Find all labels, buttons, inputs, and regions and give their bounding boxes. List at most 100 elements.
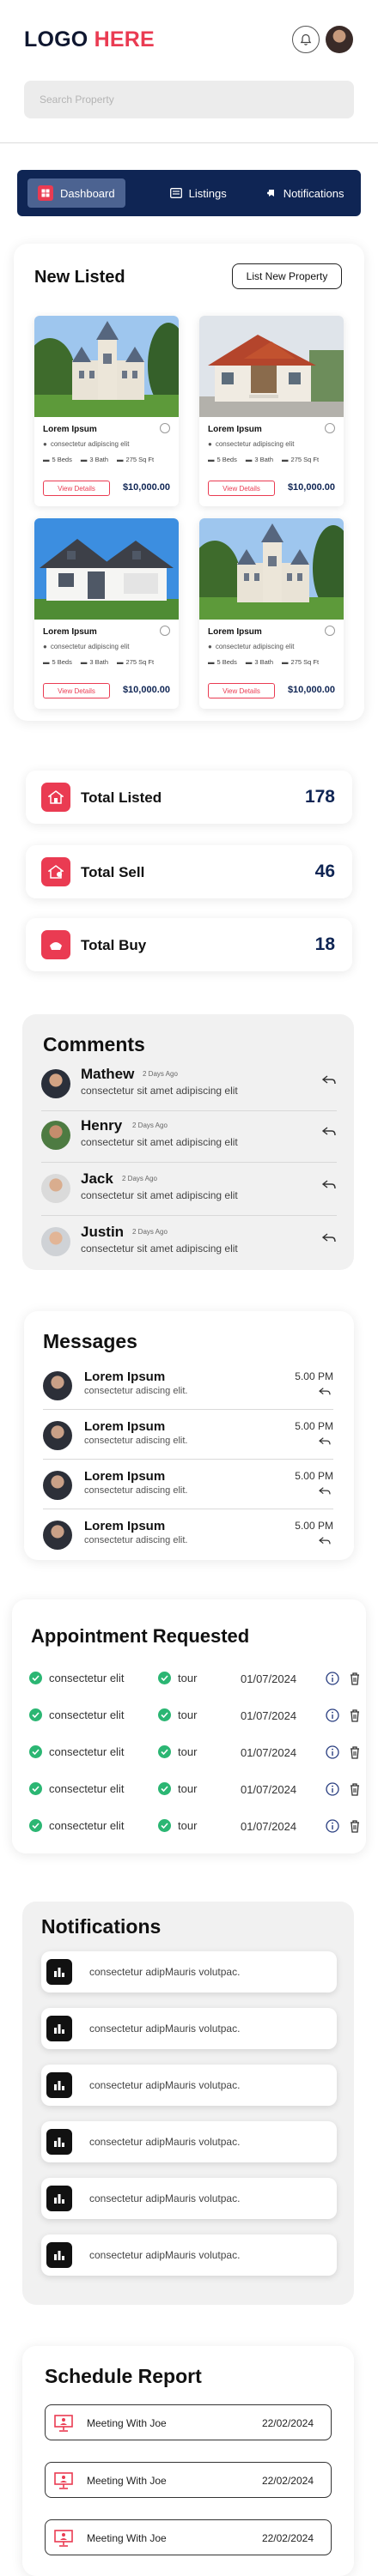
location-pin-icon: ● (43, 440, 47, 448)
message-item[interactable]: Lorem Ipsum consectetur adiscing elit. 5… (43, 1519, 333, 1551)
property-card[interactable]: Lorem Ipsum ● consectetur adipiscing elit… (199, 316, 344, 506)
notification-item[interactable]: consectetur adipMauris volutpac. (41, 1951, 337, 1992)
tab-dashboard[interactable]: Dashboard (27, 178, 125, 208)
appointment-name-cell: consectetur elit (29, 1672, 124, 1684)
comment-author: Justin (81, 1224, 125, 1240)
message-item[interactable]: Lorem Ipsum consectetur adiscing elit. 5… (43, 1419, 333, 1460)
bath-feature: ▬ 3 Bath (246, 658, 273, 666)
reply-icon[interactable] (321, 1074, 337, 1086)
check-icon (29, 1745, 42, 1758)
view-details-button[interactable]: View Details (43, 481, 110, 496)
appointment-date: 01/07/2024 (241, 1709, 297, 1722)
delete-icon[interactable] (349, 1745, 361, 1762)
comment-item[interactable]: Mathew 2 Days Ago consectetur sit amet a… (41, 1066, 337, 1111)
search-input[interactable]: Search Property (24, 81, 354, 118)
appointment-date: 01/07/2024 (241, 1820, 297, 1833)
message-item[interactable]: Lorem Ipsum consectetur adiscing elit. 5… (43, 1370, 333, 1410)
property-location: ● consectetur adipiscing elit (208, 643, 294, 650)
view-details-button[interactable]: View Details (208, 481, 275, 496)
appointment-type: tour (178, 1782, 198, 1795)
avatar (43, 1521, 72, 1550)
list-new-property-button[interactable]: List New Property (232, 263, 342, 289)
delete-icon[interactable] (349, 1672, 361, 1688)
comment-text: consectetur sit amet adipiscing elit (81, 1243, 238, 1255)
schedule-item[interactable]: Meeting With Joe 22/02/2024 (45, 2519, 332, 2555)
appointment-name: consectetur elit (49, 1782, 125, 1795)
appointment-type-cell: tour (158, 1745, 197, 1758)
check-icon (158, 1782, 171, 1795)
property-image (199, 316, 344, 417)
notification-item[interactable]: consectetur adipMauris volutpac. (41, 2178, 337, 2219)
reply-icon[interactable] (318, 1486, 332, 1497)
area-feature: ▬ 275 Sq Ft (282, 658, 319, 666)
bath-icon: ▬ (80, 658, 88, 666)
info-icon[interactable] (326, 1745, 339, 1762)
appointment-row[interactable]: consectetur elit tour 01/07/2024 (29, 1672, 359, 1689)
favorite-icon[interactable] (160, 626, 170, 636)
property-card[interactable]: Lorem Ipsum ● consectetur adipiscing elit… (199, 518, 344, 709)
bath-icon: ▬ (245, 456, 253, 463)
message-item[interactable]: Lorem Ipsum consectetur adiscing elit. 5… (43, 1469, 333, 1509)
delete-icon[interactable] (349, 1708, 361, 1725)
tab-notifications[interactable]: Notifications (254, 178, 357, 208)
property-name: Lorem Ipsum (208, 425, 262, 434)
property-card[interactable]: Lorem Ipsum ● consectetur adipiscing elit… (34, 316, 179, 506)
reply-icon[interactable] (321, 1179, 337, 1191)
tab-listings[interactable]: Listings (158, 178, 239, 208)
schedule-item[interactable]: Meeting With Joe 22/02/2024 (45, 2404, 332, 2440)
notification-item[interactable]: consectetur adipMauris volutpac. (41, 2121, 337, 2162)
reply-icon[interactable] (321, 1232, 337, 1244)
reply-icon[interactable] (318, 1387, 332, 1397)
schedule-item-date: 22/02/2024 (261, 2475, 314, 2487)
tab-notifications-label: Notifications (283, 186, 344, 200)
info-icon[interactable] (326, 1708, 339, 1725)
row-divider (41, 1162, 337, 1163)
favorite-icon[interactable] (325, 423, 335, 433)
view-details-button[interactable]: View Details (43, 683, 110, 698)
property-location: ● consectetur adipiscing elit (43, 643, 129, 650)
notification-item[interactable]: consectetur adipMauris volutpac. (41, 2234, 337, 2276)
stat-label: Total Sell (81, 864, 145, 880)
favorite-icon[interactable] (325, 626, 335, 636)
logo-accent: HERE (88, 27, 155, 51)
property-features: ▬ 5 Beds ▬ 3 Bath ▬ 275 Sq Ft (208, 456, 319, 463)
notification-bell-button[interactable] (292, 26, 320, 53)
logo[interactable]: LOGO HERE (24, 27, 155, 52)
appointment-name-cell: consectetur elit (29, 1819, 124, 1832)
header-divider (0, 142, 378, 143)
appointment-date: 01/07/2024 (241, 1672, 297, 1685)
appointment-row[interactable]: consectetur elit tour 01/07/2024 (29, 1708, 359, 1726)
comment-item[interactable]: Henry 2 Days Ago consectetur sit amet ad… (41, 1117, 337, 1163)
delete-icon[interactable] (349, 1782, 361, 1799)
info-icon[interactable] (326, 1819, 339, 1835)
appointment-row[interactable]: consectetur elit tour 01/07/2024 (29, 1819, 359, 1836)
info-icon[interactable] (326, 1782, 339, 1799)
area-feature: ▬ 275 Sq Ft (117, 456, 154, 463)
comment-item[interactable]: Justin 2 Days Ago consectetur sit amet a… (41, 1224, 337, 1261)
schedule-report-title: Schedule Report (45, 2365, 202, 2387)
stat-total-listed[interactable]: Total Listed 178 (26, 771, 352, 824)
appointment-name: consectetur elit (49, 1745, 125, 1758)
appointment-row[interactable]: consectetur elit tour 01/07/2024 (29, 1782, 359, 1799)
info-icon[interactable] (326, 1672, 339, 1688)
reply-icon[interactable] (321, 1126, 337, 1138)
avatar (43, 1371, 72, 1400)
view-details-button[interactable]: View Details (208, 683, 275, 698)
messages-title: Messages (43, 1330, 137, 1352)
stat-total-buy[interactable]: Total Buy 18 (26, 918, 352, 971)
property-card[interactable]: Lorem Ipsum ● consectetur adipiscing elit… (34, 518, 179, 709)
stat-total-sell[interactable]: Total Sell 46 (26, 845, 352, 898)
delete-icon[interactable] (349, 1819, 361, 1835)
message-preview: consectetur adiscing elit. (84, 1386, 188, 1396)
notification-item[interactable]: consectetur adipMauris volutpac. (41, 2065, 337, 2106)
appointment-row[interactable]: consectetur elit tour 01/07/2024 (29, 1745, 359, 1763)
schedule-item-title: Meeting With Joe (87, 2417, 167, 2429)
reply-icon[interactable] (318, 1536, 332, 1546)
comment-item[interactable]: Jack 2 Days Ago consectetur sit amet adi… (41, 1170, 337, 1216)
notification-item[interactable]: consectetur adipMauris volutpac. (41, 2008, 337, 2049)
reply-icon[interactable] (318, 1436, 332, 1447)
notification-text: consectetur adipMauris volutpac. (89, 2023, 241, 2035)
schedule-item[interactable]: Meeting With Joe 22/02/2024 (45, 2462, 332, 2498)
user-avatar[interactable] (326, 26, 353, 53)
favorite-icon[interactable] (160, 423, 170, 433)
